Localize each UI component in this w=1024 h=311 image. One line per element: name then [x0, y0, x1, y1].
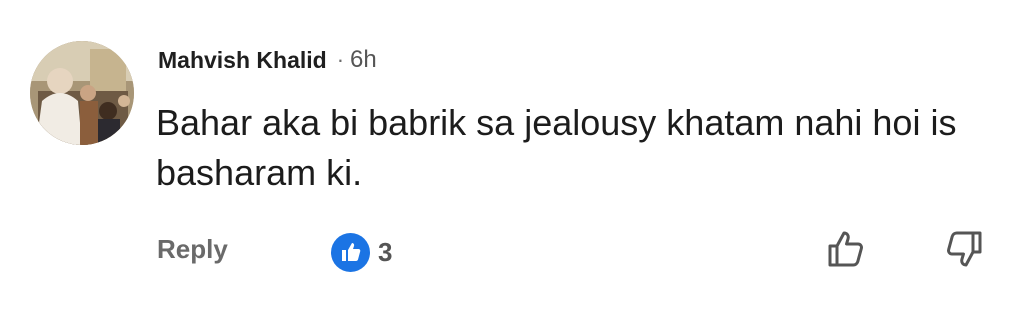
- separator-dot: ·: [336, 47, 345, 72]
- thumbs-up-outline-icon[interactable]: [823, 226, 869, 272]
- comment: Mahvish Khalid · 6h Bahar aka bi babrik …: [0, 0, 1024, 311]
- timestamp[interactable]: 6h: [350, 46, 377, 74]
- comment-header: Mahvish Khalid · 6h: [158, 42, 377, 78]
- thumbs-down-outline-icon[interactable]: [941, 226, 987, 272]
- reaction-count: 3: [378, 236, 393, 267]
- comment-actions: Reply 3: [157, 231, 987, 274]
- reaction-summary[interactable]: 3: [331, 232, 392, 272]
- avatar-photo: [30, 41, 134, 145]
- reply-button[interactable]: Reply: [157, 234, 228, 265]
- thumbs-up-icon: [331, 232, 370, 272]
- author-name[interactable]: Mahvish Khalid: [158, 47, 327, 74]
- avatar[interactable]: [30, 41, 134, 145]
- comment-text: Bahar aka bi babrik sa jealousy khatam n…: [156, 102, 957, 193]
